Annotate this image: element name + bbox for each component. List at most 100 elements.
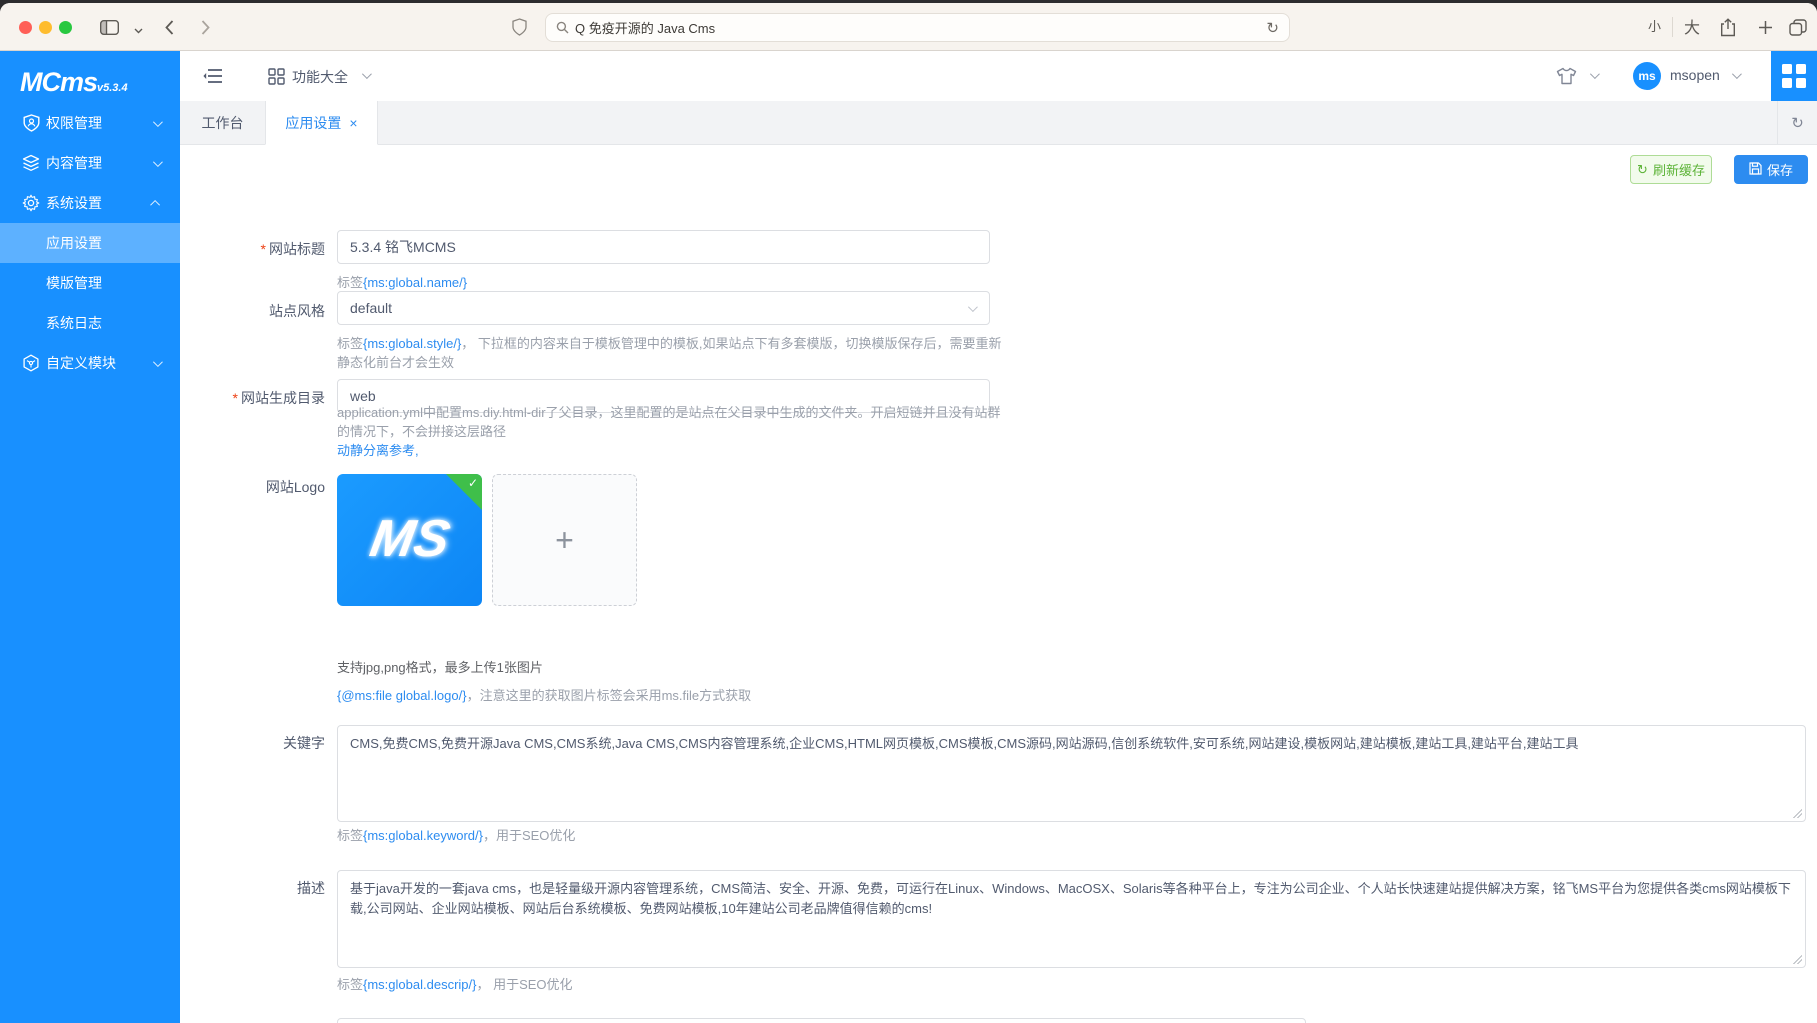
helper-suffix: ， 用于SEO优化 <box>476 977 572 992</box>
site-dir-helper: application.yml中配置ms.diy.html-dir了父目录，这里… <box>337 403 1009 441</box>
refresh-tab-icon[interactable]: ↻ <box>1777 101 1817 145</box>
keywords-helper: 标签{ms:global.keyword/}，用于SEO优化 <box>337 826 575 845</box>
split-reference-link[interactable]: 动静分离参考, <box>337 441 419 460</box>
toolbar-divider <box>1672 17 1673 37</box>
chevron-down-icon <box>362 69 372 79</box>
site-logo-label: 网站Logo <box>195 477 325 497</box>
description-helper: 标签{ms:global.descrip/}， 用于SEO优化 <box>337 975 573 994</box>
sidebar: MCmsv5.3.4 权限管理 内容管理 <box>0 51 180 1023</box>
tab-label: 应用设置 <box>285 113 341 133</box>
apps-grid-button[interactable] <box>1771 51 1817 101</box>
sidebar-item-custom-module[interactable]: 自定义模块 <box>0 343 180 383</box>
helper-prefix: 标签 <box>337 828 363 843</box>
share-icon[interactable] <box>1716 15 1740 39</box>
close-window-button[interactable] <box>19 21 32 34</box>
user-avatar[interactable]: ms <box>1633 62 1661 90</box>
tab-workbench[interactable]: 工作台 <box>180 101 265 145</box>
site-style-helper: 标签{ms:global.style/}， 下拉框的内容来自于模板管理中的模板,… <box>337 334 1009 372</box>
keywords-label: 关键字 <box>195 733 325 753</box>
logo-ms-text: MS <box>365 509 454 569</box>
description-textarea[interactable]: 基于java开发的一套java cms，也是轻量级开源内容管理系统，CMS简洁、… <box>337 870 1806 968</box>
minimize-window-button[interactable] <box>39 21 52 34</box>
tab-overview-icon[interactable] <box>1786 15 1810 39</box>
tab-app-settings[interactable]: 应用设置 × <box>265 101 378 145</box>
sidebar-item-label: 自定义模块 <box>46 353 116 373</box>
layers-icon <box>22 154 40 172</box>
reload-icon[interactable]: ↻ <box>1266 19 1279 37</box>
helper-suffix: ，用于SEO优化 <box>483 828 575 843</box>
close-tab-icon[interactable]: × <box>349 115 357 131</box>
search-icon <box>556 21 569 34</box>
hexagon-module-icon <box>22 354 40 372</box>
upload-logo-button[interactable]: + <box>492 474 637 606</box>
sidebar-toggle-icon[interactable] <box>97 15 121 39</box>
sidebar-chevron-icon[interactable] <box>126 19 150 43</box>
helper-prefix: 标签 <box>337 977 363 992</box>
shield-badge-icon <box>22 114 40 132</box>
refresh-cache-button[interactable]: ↻ 刷新缓存 <box>1630 155 1712 184</box>
site-title-helper: 标签{ms:global.name/} <box>337 273 467 292</box>
site-style-select[interactable]: default <box>337 291 990 325</box>
chevron-down-icon <box>153 157 163 167</box>
gear-icon <box>22 194 40 212</box>
sidebar-item-system[interactable]: 系统设置 <box>0 183 180 223</box>
app-logo[interactable]: MCmsv5.3.4 <box>20 67 128 98</box>
sidebar-item-permissions[interactable]: 权限管理 <box>0 103 180 143</box>
helper-tag: {@ms:file global.logo/} <box>337 688 467 703</box>
description-label: 描述 <box>195 878 325 898</box>
keywords-textarea[interactable]: CMS,免费CMS,免费开源Java CMS,CMS系统,Java CMS,CM… <box>337 725 1806 822</box>
address-bar[interactable]: Q 免疫开源的 Java Cms ↻ <box>545 13 1290 42</box>
helper-text: ，注意这里的获取图片标签会采用ms.file方式获取 <box>467 688 752 703</box>
font-larger-button[interactable]: 大 <box>1684 14 1700 38</box>
helper-prefix: 标签 <box>337 336 363 351</box>
sidebar-menu: 权限管理 内容管理 系统设置 <box>0 103 180 383</box>
chevron-down-icon[interactable] <box>1590 69 1600 79</box>
uploaded-logo-image[interactable]: MS ✓ <box>337 474 482 606</box>
chevron-down-icon <box>153 117 163 127</box>
save-button[interactable]: 保存 <box>1734 155 1808 184</box>
menu-title[interactable]: 功能大全 <box>292 67 348 87</box>
mcms-app: MCmsv5.3.4 权限管理 内容管理 <box>0 51 1817 1023</box>
helper-tag: {ms:global.keyword/} <box>363 828 483 843</box>
back-icon[interactable] <box>157 15 181 39</box>
new-tab-icon[interactable] <box>1753 15 1777 39</box>
site-style-value: default <box>350 300 392 316</box>
chevron-down-icon <box>968 302 978 312</box>
sidebar-item-label: 模版管理 <box>46 273 102 293</box>
helper-tag: {ms:global.style/} <box>363 336 461 351</box>
sidebar-subitem-syslog[interactable]: 系统日志 <box>0 303 180 343</box>
site-title-input[interactable] <box>337 230 990 264</box>
grid-menu-icon[interactable] <box>265 65 287 87</box>
forward-icon[interactable] <box>193 15 217 39</box>
sidebar-item-label: 内容管理 <box>46 153 102 173</box>
check-icon: ✓ <box>468 476 478 490</box>
username[interactable]: msopen <box>1670 67 1720 83</box>
sidebar-item-label: 系统设置 <box>46 193 102 213</box>
browser-toolbar: Q 免疫开源的 Java Cms ↻ 小 大 <box>0 3 1817 51</box>
sidebar-item-label: 系统日志 <box>46 313 102 333</box>
save-icon <box>1749 162 1762 178</box>
helper-prefix: 标签 <box>337 275 363 290</box>
next-field-partial-input[interactable] <box>337 1018 1306 1023</box>
privacy-shield-icon[interactable] <box>507 15 531 39</box>
sidebar-item-label: 权限管理 <box>46 113 102 133</box>
sidebar-item-content[interactable]: 内容管理 <box>0 143 180 183</box>
menu-fold-icon[interactable] <box>202 65 224 87</box>
theme-tshirt-icon[interactable] <box>1555 65 1577 87</box>
app-logo-text: MCms <box>20 67 97 97</box>
chevron-down-icon[interactable] <box>1732 69 1742 79</box>
logo-format-tip: 支持jpg,png格式，最多上传1张图片 <box>337 657 543 676</box>
sidebar-subitem-app-settings[interactable]: 应用设置 <box>0 223 180 263</box>
zoom-window-button[interactable] <box>59 21 72 34</box>
font-smaller-button[interactable]: 小 <box>1648 16 1661 35</box>
app-header: 功能大全 ms msopen <box>180 51 1817 101</box>
refresh-cache-label: 刷新缓存 <box>1653 160 1705 179</box>
settings-page: ↻ 刷新缓存 保存 网站标题 标签{ms:global.name/} 站点风格 … <box>180 145 1817 1023</box>
sidebar-item-label: 应用设置 <box>46 233 102 253</box>
refresh-icon: ↻ <box>1637 162 1648 178</box>
chevron-up-icon <box>150 199 160 209</box>
plus-icon: + <box>555 522 574 559</box>
sidebar-subitem-template[interactable]: 模版管理 <box>0 263 180 303</box>
logo-tag-tip: {@ms:file global.logo/}，注意这里的获取图片标签会采用ms… <box>337 685 751 704</box>
grid-icon <box>1782 64 1806 88</box>
